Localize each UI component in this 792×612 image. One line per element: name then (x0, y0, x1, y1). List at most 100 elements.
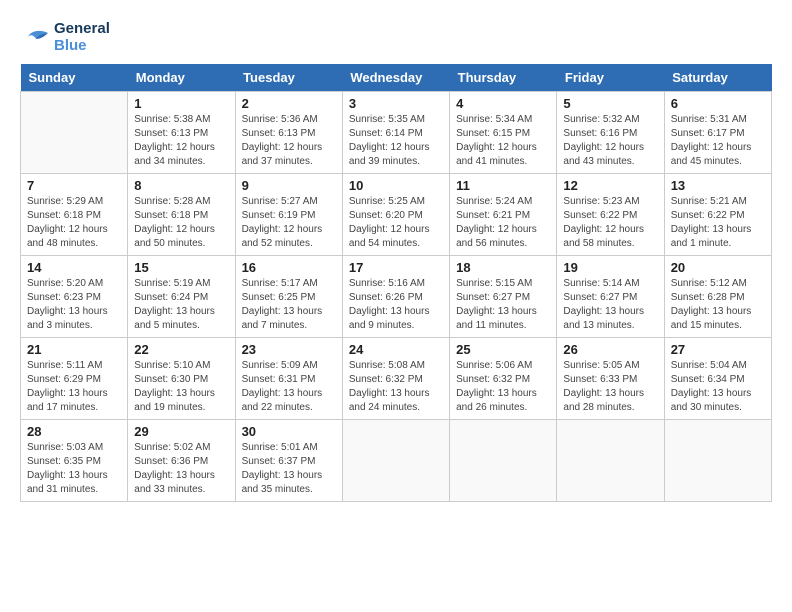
day-info: Sunrise: 5:38 AM Sunset: 6:13 PM Dayligh… (134, 113, 228, 169)
calendar-week-row: 14Sunrise: 5:20 AM Sunset: 6:23 PM Dayli… (21, 256, 772, 338)
calendar-cell (664, 420, 771, 502)
calendar-week-row: 1 Sunrise: 5:38 AM Sunset: 6:13 PM Daylig… (21, 92, 772, 174)
day-number: 12 (563, 178, 657, 193)
calendar-cell: 7Sunrise: 5:29 AM Sunset: 6:18 PM Daylig… (21, 174, 128, 256)
day-info: Sunrise: 5:14 AM Sunset: 6:27 PM Dayligh… (563, 277, 657, 333)
logo-text: General Blue (54, 20, 110, 54)
day-number: 22 (134, 342, 228, 357)
calendar-week-row: 21Sunrise: 5:11 AM Sunset: 6:29 PM Dayli… (21, 338, 772, 420)
calendar-cell (21, 92, 128, 174)
day-info: Sunrise: 5:25 AM Sunset: 6:20 PM Dayligh… (349, 195, 443, 251)
weekday-header: Sunday (21, 64, 128, 92)
weekday-header: Monday (128, 64, 235, 92)
calendar-cell: 28 Sunrise: 5:03 AM Sunset: 6:35 PM Dayli… (21, 420, 128, 502)
day-number: 19 (563, 260, 657, 275)
day-number: 28 (27, 424, 121, 439)
calendar-cell: 26 Sunrise: 5:05 AM Sunset: 6:33 PM Dayli… (557, 338, 664, 420)
day-number: 30 (242, 424, 336, 439)
calendar-header-row: SundayMondayTuesdayWednesdayThursdayFrid… (21, 64, 772, 92)
calendar-cell: 16 Sunrise: 5:17 AM Sunset: 6:25 PM Dayli… (235, 256, 342, 338)
calendar-cell: 18Sunrise: 5:15 AM Sunset: 6:27 PM Dayli… (450, 256, 557, 338)
calendar-cell: 6Sunrise: 5:31 AM Sunset: 6:17 PM Daylig… (664, 92, 771, 174)
day-info: Sunrise: 5:10 AM Sunset: 6:30 PM Dayligh… (134, 359, 228, 415)
calendar-cell: 2 Sunrise: 5:36 AM Sunset: 6:13 PM Daylig… (235, 92, 342, 174)
day-number: 6 (671, 96, 765, 111)
day-info: Sunrise: 5:16 AM Sunset: 6:26 PM Dayligh… (349, 277, 443, 333)
day-info: Sunrise: 5:04 AM Sunset: 6:34 PM Dayligh… (671, 359, 765, 415)
day-number: 18 (456, 260, 550, 275)
day-info: Sunrise: 5:03 AM Sunset: 6:35 PM Dayligh… (27, 441, 121, 497)
weekday-header: Saturday (664, 64, 771, 92)
day-number: 29 (134, 424, 228, 439)
calendar-cell: 5 Sunrise: 5:32 AM Sunset: 6:16 PM Daylig… (557, 92, 664, 174)
calendar-cell: 15 Sunrise: 5:19 AM Sunset: 6:24 PM Dayli… (128, 256, 235, 338)
day-info: Sunrise: 5:12 AM Sunset: 6:28 PM Dayligh… (671, 277, 765, 333)
day-number: 21 (27, 342, 121, 357)
calendar-cell: 4 Sunrise: 5:34 AM Sunset: 6:15 PM Daylig… (450, 92, 557, 174)
day-number: 8 (134, 178, 228, 193)
calendar-week-row: 28 Sunrise: 5:03 AM Sunset: 6:35 PM Dayli… (21, 420, 772, 502)
weekday-header: Wednesday (342, 64, 449, 92)
day-number: 27 (671, 342, 765, 357)
day-info: Sunrise: 5:23 AM Sunset: 6:22 PM Dayligh… (563, 195, 657, 251)
day-info: Sunrise: 5:36 AM Sunset: 6:13 PM Dayligh… (242, 113, 336, 169)
calendar-cell: 9 Sunrise: 5:27 AM Sunset: 6:19 PM Daylig… (235, 174, 342, 256)
day-info: Sunrise: 5:01 AM Sunset: 6:37 PM Dayligh… (242, 441, 336, 497)
logo-icon (20, 25, 50, 49)
day-number: 10 (349, 178, 443, 193)
logo: General Blue (20, 20, 110, 54)
page-header: General Blue (20, 20, 772, 54)
day-info: Sunrise: 5:28 AM Sunset: 6:18 PM Dayligh… (134, 195, 228, 251)
day-info: Sunrise: 5:34 AM Sunset: 6:15 PM Dayligh… (456, 113, 550, 169)
calendar-body: 1 Sunrise: 5:38 AM Sunset: 6:13 PM Daylig… (21, 92, 772, 502)
calendar-cell: 17 Sunrise: 5:16 AM Sunset: 6:26 PM Dayli… (342, 256, 449, 338)
day-info: Sunrise: 5:24 AM Sunset: 6:21 PM Dayligh… (456, 195, 550, 251)
day-number: 2 (242, 96, 336, 111)
day-number: 1 (134, 96, 228, 111)
day-number: 25 (456, 342, 550, 357)
calendar-cell (557, 420, 664, 502)
day-info: Sunrise: 5:17 AM Sunset: 6:25 PM Dayligh… (242, 277, 336, 333)
day-info: Sunrise: 5:09 AM Sunset: 6:31 PM Dayligh… (242, 359, 336, 415)
calendar-cell: 12 Sunrise: 5:23 AM Sunset: 6:22 PM Dayli… (557, 174, 664, 256)
calendar-table: SundayMondayTuesdayWednesdayThursdayFrid… (20, 64, 772, 502)
day-info: Sunrise: 5:27 AM Sunset: 6:19 PM Dayligh… (242, 195, 336, 251)
day-info: Sunrise: 5:32 AM Sunset: 6:16 PM Dayligh… (563, 113, 657, 169)
calendar-cell: 27 Sunrise: 5:04 AM Sunset: 6:34 PM Dayli… (664, 338, 771, 420)
day-number: 9 (242, 178, 336, 193)
day-number: 20 (671, 260, 765, 275)
calendar-week-row: 7Sunrise: 5:29 AM Sunset: 6:18 PM Daylig… (21, 174, 772, 256)
day-info: Sunrise: 5:08 AM Sunset: 6:32 PM Dayligh… (349, 359, 443, 415)
day-number: 13 (671, 178, 765, 193)
calendar-cell: 29 Sunrise: 5:02 AM Sunset: 6:36 PM Dayli… (128, 420, 235, 502)
day-number: 24 (349, 342, 443, 357)
day-number: 5 (563, 96, 657, 111)
day-number: 17 (349, 260, 443, 275)
day-number: 11 (456, 178, 550, 193)
calendar-cell: 21Sunrise: 5:11 AM Sunset: 6:29 PM Dayli… (21, 338, 128, 420)
day-info: Sunrise: 5:05 AM Sunset: 6:33 PM Dayligh… (563, 359, 657, 415)
day-number: 4 (456, 96, 550, 111)
day-number: 23 (242, 342, 336, 357)
day-info: Sunrise: 5:02 AM Sunset: 6:36 PM Dayligh… (134, 441, 228, 497)
calendar-cell: 24 Sunrise: 5:08 AM Sunset: 6:32 PM Dayli… (342, 338, 449, 420)
calendar-cell: 8 Sunrise: 5:28 AM Sunset: 6:18 PM Daylig… (128, 174, 235, 256)
calendar-cell: 25Sunrise: 5:06 AM Sunset: 6:32 PM Dayli… (450, 338, 557, 420)
calendar-cell (450, 420, 557, 502)
day-info: Sunrise: 5:19 AM Sunset: 6:24 PM Dayligh… (134, 277, 228, 333)
calendar-cell: 11 Sunrise: 5:24 AM Sunset: 6:21 PM Dayli… (450, 174, 557, 256)
day-number: 26 (563, 342, 657, 357)
day-number: 3 (349, 96, 443, 111)
day-number: 7 (27, 178, 121, 193)
weekday-header: Friday (557, 64, 664, 92)
day-number: 16 (242, 260, 336, 275)
weekday-header: Thursday (450, 64, 557, 92)
day-info: Sunrise: 5:35 AM Sunset: 6:14 PM Dayligh… (349, 113, 443, 169)
calendar-cell: 22 Sunrise: 5:10 AM Sunset: 6:30 PM Dayli… (128, 338, 235, 420)
calendar-cell: 23 Sunrise: 5:09 AM Sunset: 6:31 PM Dayli… (235, 338, 342, 420)
calendar-cell: 1 Sunrise: 5:38 AM Sunset: 6:13 PM Daylig… (128, 92, 235, 174)
day-number: 15 (134, 260, 228, 275)
day-info: Sunrise: 5:21 AM Sunset: 6:22 PM Dayligh… (671, 195, 765, 251)
calendar-cell: 19 Sunrise: 5:14 AM Sunset: 6:27 PM Dayli… (557, 256, 664, 338)
weekday-header: Tuesday (235, 64, 342, 92)
